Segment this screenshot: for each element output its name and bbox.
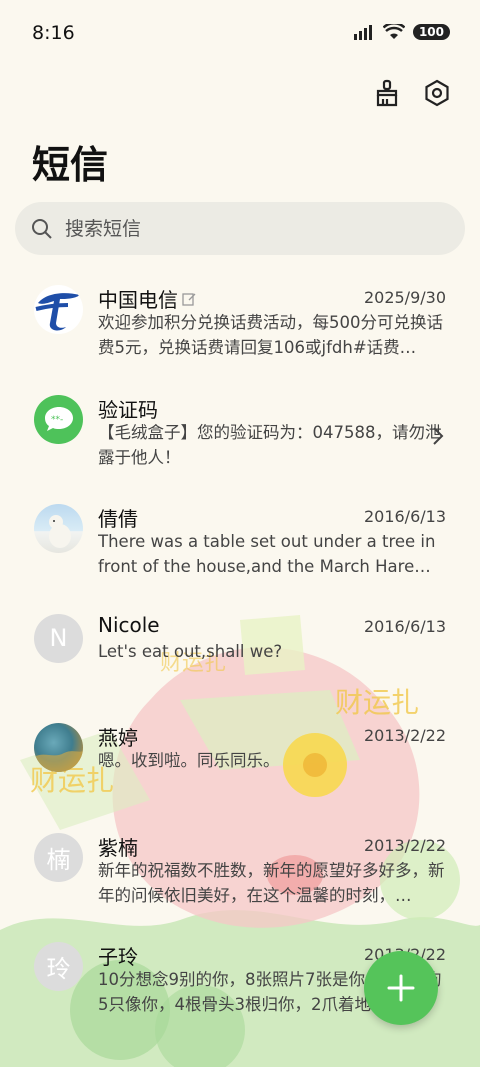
svg-text:**-: **- bbox=[51, 415, 63, 425]
conversation-preview: There was a table set out under a tree i… bbox=[98, 532, 436, 576]
conversation-date: 2016/6/13 bbox=[363, 507, 446, 526]
conversation-item[interactable]: N Nicole 2016/6/13 Let's eat out,shall w… bbox=[0, 601, 480, 711]
clean-brush-button[interactable] bbox=[372, 78, 402, 108]
conversation-preview: 嗯。收到啦。同乐同乐。 bbox=[98, 751, 280, 770]
conversation-name: 中国电信 bbox=[98, 284, 196, 313]
signal-icon bbox=[353, 25, 372, 40]
settings-button[interactable] bbox=[422, 78, 452, 108]
chevron-right-icon bbox=[433, 426, 444, 445]
conversation-name: 燕婷 bbox=[98, 726, 138, 750]
top-actions bbox=[372, 78, 452, 108]
status-bar: 8:16 100 bbox=[0, 0, 480, 68]
letter-avatar: N bbox=[34, 613, 83, 663]
plus-icon bbox=[387, 974, 415, 1002]
conversation-date: 2013/2/22 bbox=[363, 726, 446, 745]
battery-indicator: 100 bbox=[412, 24, 450, 40]
conversation-preview: 【毛绒盒子】您的验证码为：047588，请勿泄露于他人！ bbox=[98, 422, 442, 467]
letter-avatar: 楠 bbox=[34, 832, 83, 882]
edit-note-icon bbox=[182, 292, 196, 306]
china-telecom-avatar bbox=[34, 285, 83, 334]
conversation-name: 倩倩 bbox=[98, 507, 138, 531]
brush-icon bbox=[376, 79, 398, 107]
search-input[interactable] bbox=[65, 217, 425, 240]
page-title: 短信 bbox=[32, 143, 109, 187]
search-bar[interactable] bbox=[15, 202, 465, 255]
polar-bear-avatar bbox=[34, 504, 83, 553]
status-time: 8:16 bbox=[32, 22, 75, 44]
landscape-image bbox=[34, 751, 83, 772]
conversation-preview: 欢迎参加积分兑换话费活动，每500分可兑换话费5元，兑换话费请回复106或jfd… bbox=[98, 313, 443, 357]
conversation-list: 中国电信 2025/9/30 欢迎参加积分兑换话费活动，每500分可兑换话费5元… bbox=[0, 272, 480, 1039]
verification-code-avatar: **- bbox=[34, 394, 83, 444]
conversation-item[interactable]: **- 验证码 【毛绒盒子】您的验证码为：047588，请勿泄露于他人！ bbox=[0, 382, 480, 492]
conversation-item[interactable]: 楠 紫楠 2013/2/22 新年的祝福数不胜数，新年的愿望好多好多，新年的问候… bbox=[0, 820, 480, 930]
polar-bear-image bbox=[49, 515, 71, 548]
conversation-name: 验证码 bbox=[98, 397, 158, 422]
wifi-icon bbox=[382, 24, 405, 39]
conversation-item[interactable]: 燕婷 2013/2/22 嗯。收到啦。同乐同乐。 bbox=[0, 710, 480, 820]
conversation-name: Nicole bbox=[98, 612, 160, 637]
status-icons: 100 bbox=[353, 24, 450, 40]
conversation-date: 2013/2/22 bbox=[363, 835, 446, 855]
conversation-name: 紫楠 bbox=[98, 835, 138, 860]
conversation-preview: Let's eat out,shall we? bbox=[98, 641, 283, 661]
conversation-date: 2025/9/30 bbox=[363, 288, 446, 307]
conversation-item[interactable]: 中国电信 2025/9/30 欢迎参加积分兑换话费活动，每500分可兑换话费5元… bbox=[0, 272, 480, 382]
new-message-button[interactable] bbox=[364, 951, 438, 1025]
letter-avatar: 玲 bbox=[34, 942, 83, 991]
conversation-preview: 新年的祝福数不胜数，新年的愿望好多好多，新年的问候依旧美好，在这个温馨的时刻，… bbox=[98, 860, 445, 905]
conversation-date: 2016/6/13 bbox=[363, 616, 446, 636]
landscape-avatar bbox=[34, 723, 83, 772]
conversation-name: 子玲 bbox=[98, 945, 138, 969]
message-bubble-icon: **- bbox=[44, 407, 73, 431]
conversation-item[interactable]: 倩倩 2016/6/13 There was a table set out u… bbox=[0, 491, 480, 601]
settings-hexagon-icon bbox=[425, 79, 449, 107]
china-telecom-logo-icon bbox=[35, 293, 80, 331]
search-icon bbox=[32, 218, 52, 239]
